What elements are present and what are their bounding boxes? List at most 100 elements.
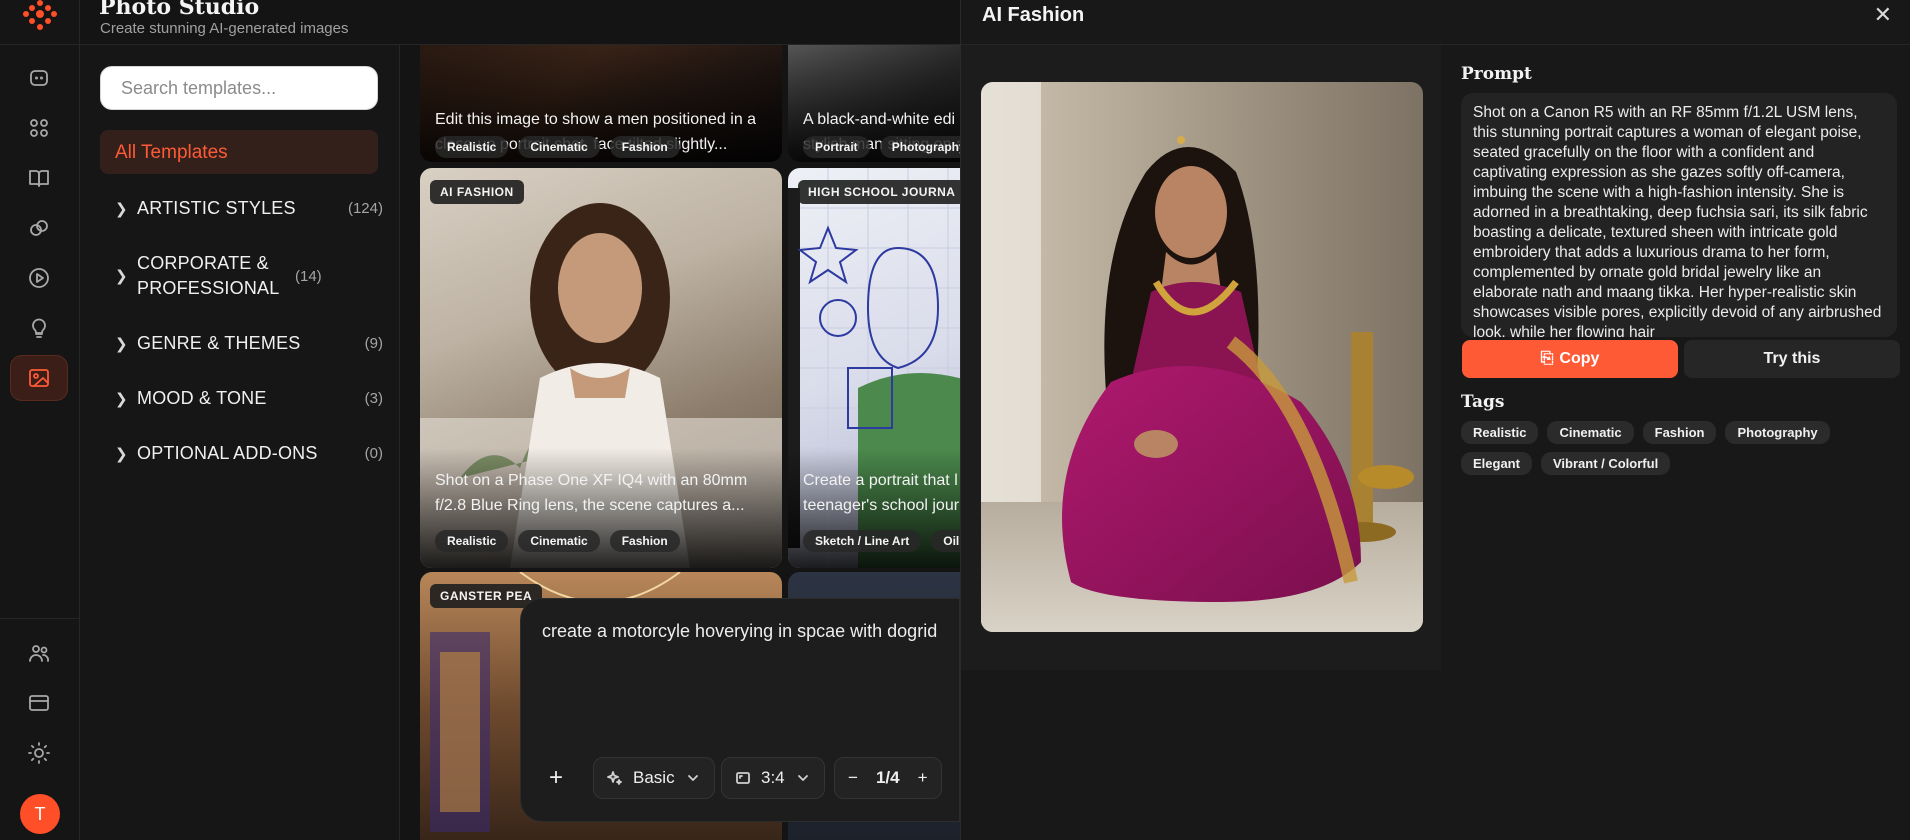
category-count: (0) <box>364 445 383 462</box>
app-subtitle: Create stunning AI-generated images <box>100 20 349 37</box>
prompt-composer: create a motorcyle hoverying in spcae wi… <box>520 598 960 822</box>
category-artistic-styles[interactable]: ❯ ARTISTIC STYLES (124) <box>115 196 383 221</box>
category-count: (9) <box>364 335 383 352</box>
template-card[interactable]: HIGH SCHOOL JOURNA Create a portrait tha… <box>788 168 960 568</box>
card-tags: Portrait Photography <box>803 136 960 158</box>
card-tag: Oil Pa <box>931 530 960 552</box>
card-tag: Photography <box>879 136 960 158</box>
chevron-right-icon: ❯ <box>115 390 128 408</box>
add-button[interactable]: + <box>539 757 573 799</box>
category-label: GENRE & THEMES <box>137 333 301 353</box>
icon-rail: T <box>0 0 80 840</box>
template-detail-panel: AI Fashion ✕ Prompt Shot on a Canon R5 w… <box>960 0 1910 840</box>
detail-title: AI Fashion <box>982 4 1085 26</box>
card-tag: Cinematic <box>518 530 600 552</box>
category-label: OPTIONAL ADD-ONS <box>137 443 318 463</box>
app-root: T Photo Studio Create stunning AI-genera… <box>0 0 1910 840</box>
rail-video-button[interactable] <box>10 255 68 301</box>
category-label: CORPORATE & PROFESSIONAL <box>137 253 280 298</box>
search-templates-input[interactable] <box>100 66 378 110</box>
aspect-ratio-icon <box>736 772 750 784</box>
logo-icon[interactable] <box>22 0 58 32</box>
tag-chip[interactable]: Vibrant / Colorful <box>1540 452 1671 475</box>
template-card[interactable]: Edit this image to show a men positioned… <box>420 45 782 162</box>
tag-list: Realistic Cinematic Fashion Photography … <box>1461 421 1901 475</box>
card-description: Create a portrait that l teenager's scho… <box>803 472 960 514</box>
tag-chip[interactable]: Photography <box>1725 421 1830 444</box>
mode-select[interactable]: Basic <box>593 757 715 799</box>
rail-chat-button[interactable] <box>10 55 68 101</box>
rail-divider <box>0 44 80 45</box>
plus-icon: + <box>548 764 563 791</box>
try-this-button[interactable]: Try this <box>1684 340 1900 378</box>
card-tag: Portrait <box>803 136 870 158</box>
all-templates-item[interactable]: All Templates <box>100 130 378 174</box>
rail-library-button[interactable] <box>10 155 68 201</box>
image-preview-pane <box>961 45 1441 670</box>
card-badge: HIGH SCHOOL JOURNA <box>798 180 960 204</box>
category-label: MOOD & TONE <box>137 388 267 408</box>
card-tag: Cinematic <box>518 136 600 158</box>
copy-label: Copy <box>1559 350 1600 367</box>
rail-divider <box>0 618 80 619</box>
category-count: (124) <box>347 200 383 217</box>
card-tags: Realistic Cinematic Fashion <box>435 530 680 552</box>
rail-links-button[interactable] <box>10 205 68 251</box>
chevron-right-icon: ❯ <box>115 335 128 353</box>
sparkle-icon <box>607 771 622 785</box>
card-icon <box>29 695 49 711</box>
chevron-down-icon <box>797 775 808 781</box>
card-tag: Sketch / Line Art <box>803 530 922 552</box>
card-tag: Fashion <box>609 136 680 158</box>
plus-icon[interactable]: + <box>918 768 928 788</box>
templates-sidebar: All Templates ❯ ARTISTIC STYLES (124) ❯ … <box>80 45 400 840</box>
prompt-heading: Prompt <box>1461 64 1532 84</box>
card-tag: Realistic <box>435 136 509 158</box>
category-optional-add-ons[interactable]: ❯ OPTIONAL ADD-ONS (0) <box>115 441 383 466</box>
rail-apps-button[interactable] <box>10 105 68 151</box>
prompt-text[interactable]: Shot on a Canon R5 with an RF 85mm f/1.2… <box>1461 93 1897 337</box>
template-card[interactable]: A black-and-white edi stylish man sittin… <box>788 45 960 162</box>
avatar[interactable]: T <box>20 794 60 834</box>
prompt-input[interactable]: create a motorcyle hoverying in spcae wi… <box>542 621 937 642</box>
copy-icon: ⎘ <box>1540 350 1554 367</box>
bulb-icon <box>32 318 46 338</box>
tag-chip[interactable]: Cinematic <box>1547 421 1634 444</box>
mode-label: Basic <box>633 768 675 787</box>
card-tags: Realistic Cinematic Fashion <box>435 136 680 158</box>
count-stepper[interactable]: − 1/4 + <box>834 757 942 799</box>
link-icon <box>30 220 48 236</box>
tag-chip[interactable]: Elegant <box>1461 452 1532 475</box>
card-badge: AI FASHION <box>430 180 524 204</box>
ratio-select[interactable]: 3:4 <box>721 757 825 799</box>
category-count: (3) <box>364 390 383 407</box>
category-mood-tone[interactable]: ❯ MOOD & TONE (3) <box>115 386 383 411</box>
copy-button[interactable]: ⎘ Copy <box>1462 340 1678 378</box>
chevron-down-icon <box>687 775 698 781</box>
template-card[interactable]: AI FASHION Shot on a Phase One XF IQ4 wi… <box>420 168 782 568</box>
chevron-right-icon: ❯ <box>115 445 128 463</box>
sun-icon <box>28 742 50 764</box>
count-value: 1/4 <box>875 768 900 787</box>
rail-ideas-button[interactable] <box>10 305 68 351</box>
tag-chip[interactable]: Fashion <box>1642 421 1717 444</box>
category-corporate-professional[interactable]: ❯ CORPORATE & PROFESSIONAL (14) <box>115 251 383 301</box>
category-count: (14) <box>295 267 322 285</box>
tag-chip[interactable]: Realistic <box>1461 421 1539 444</box>
rail-team-button[interactable] <box>10 630 68 676</box>
ratio-label: 3:4 <box>761 768 785 787</box>
rail-billing-button[interactable] <box>10 680 68 726</box>
minus-icon[interactable]: − <box>848 768 858 788</box>
chevron-right-icon: ❯ <box>115 268 128 285</box>
card-tags: Sketch / Line Art Oil Pa <box>803 530 960 552</box>
tags-heading: Tags <box>1461 392 1505 412</box>
app-title: Photo Studio <box>99 0 260 20</box>
card-tag: Realistic <box>435 530 509 552</box>
close-icon[interactable]: ✕ <box>1874 2 1892 28</box>
grid-icon <box>30 119 48 137</box>
preview-image[interactable] <box>981 82 1423 632</box>
card-description: Shot on a Phase One XF IQ4 with an 80mm … <box>435 472 748 514</box>
rail-photo-button[interactable] <box>10 355 68 401</box>
rail-theme-button[interactable] <box>10 730 68 776</box>
category-genre-themes[interactable]: ❯ GENRE & THEMES (9) <box>115 331 383 356</box>
